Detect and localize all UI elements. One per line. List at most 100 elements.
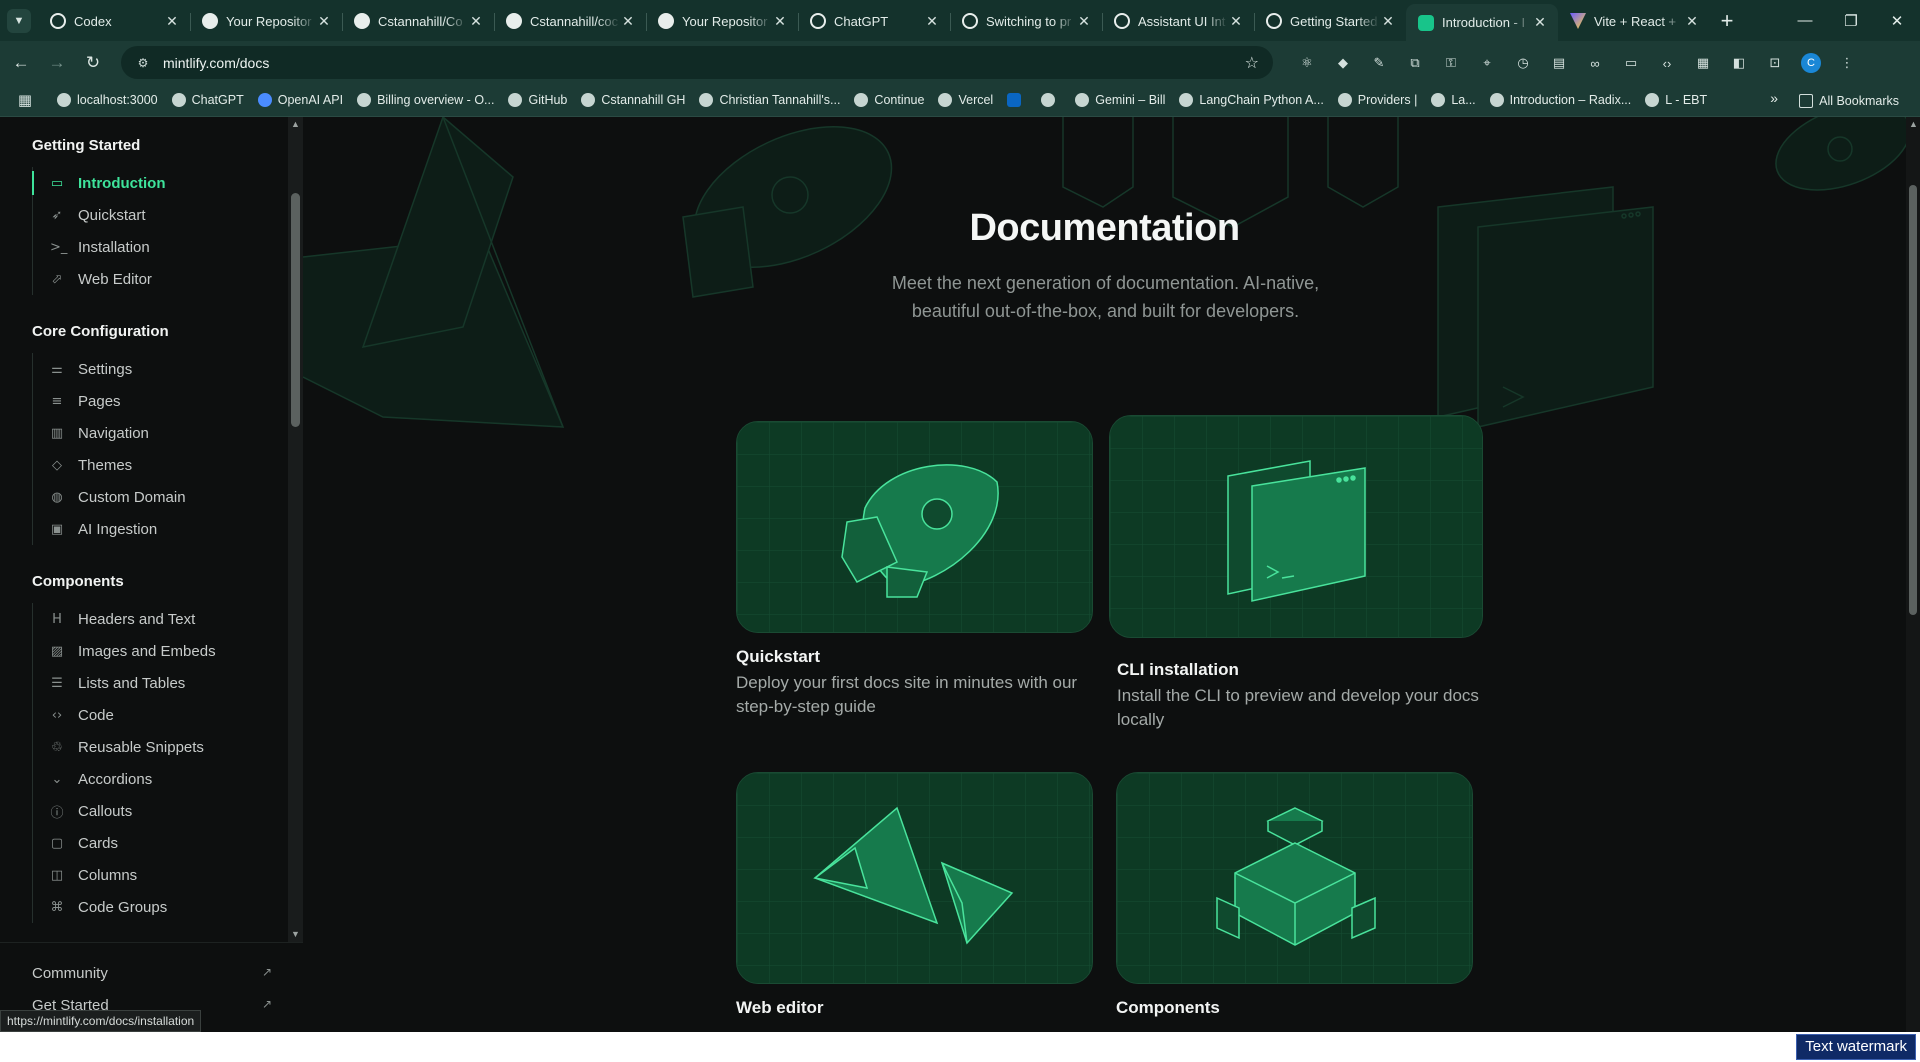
- bookmark-item[interactable]: Cstannahill GH: [574, 87, 692, 113]
- bookmark-item[interactable]: Christian Tannahill's...: [692, 87, 847, 113]
- close-window-button[interactable]: ✕: [1874, 0, 1920, 41]
- sidebar-item-reusable-snippets[interactable]: ♲ Reusable Snippets: [33, 731, 288, 763]
- sidebar-item-code-groups[interactable]: ⌘ Code Groups: [33, 891, 288, 923]
- restore-button[interactable]: ❐: [1828, 0, 1874, 41]
- close-tab-icon[interactable]: ✕: [1684, 13, 1700, 30]
- bookmark-item[interactable]: La...: [1424, 87, 1482, 113]
- sidebar-scroll-thumb[interactable]: [291, 193, 300, 427]
- sidebar-item-cards[interactable]: ▢ Cards: [33, 827, 288, 859]
- bookmark-item[interactable]: OpenAI API: [251, 87, 350, 113]
- bookmark-item[interactable]: [1000, 87, 1034, 113]
- close-tab-icon[interactable]: ✕: [164, 13, 180, 30]
- bookmark-item[interactable]: Vercel: [931, 87, 1000, 113]
- close-tab-icon[interactable]: ✕: [1228, 13, 1244, 30]
- bookmark-item[interactable]: ChatGPT: [165, 87, 251, 113]
- browser-tab[interactable]: Switching to pr ✕: [950, 4, 1102, 38]
- reload-button[interactable]: ↻: [78, 48, 108, 78]
- forward-button[interactable]: →: [42, 48, 72, 78]
- close-tab-icon[interactable]: ✕: [468, 13, 484, 30]
- bookmark-item[interactable]: Gemini – Bill: [1068, 87, 1172, 113]
- close-tab-icon[interactable]: ✕: [316, 13, 332, 30]
- sidebar-item-ai-ingestion[interactable]: ▣ AI Ingestion: [33, 513, 288, 545]
- close-tab-icon[interactable]: ✕: [1076, 13, 1092, 30]
- bookmark-item[interactable]: Introduction – Radix...: [1483, 87, 1639, 113]
- react-devtools-icon[interactable]: ⚛: [1289, 49, 1325, 77]
- tab-search-button[interactable]: ▼: [0, 0, 38, 41]
- bookmark-item[interactable]: Billing overview - O...: [350, 87, 501, 113]
- browser-tab[interactable]: Getting Started ✕: [1254, 4, 1406, 38]
- browser-tab[interactable]: ChatGPT ✕: [798, 4, 950, 38]
- sidebar-item-accordions[interactable]: ⌄ Accordions: [33, 763, 288, 795]
- card-title: Quickstart: [736, 647, 821, 666]
- address-bar[interactable]: ⚙ mintlify.com/docs ☆: [121, 46, 1273, 79]
- sidebar-item-headers-and-text[interactable]: H Headers and Text: [33, 603, 288, 635]
- puzzle-icon[interactable]: ⧉: [1397, 49, 1433, 77]
- url-text[interactable]: mintlify.com/docs: [163, 55, 269, 71]
- menu-icon[interactable]: ⋮: [1829, 49, 1865, 77]
- extension-icon[interactable]: ✎: [1361, 49, 1397, 77]
- sidebar-item-quickstart[interactable]: ➶ Quickstart: [33, 199, 288, 231]
- site-info-icon[interactable]: ⚙: [135, 55, 151, 71]
- password-key-icon[interactable]: ⚿: [1433, 49, 1469, 77]
- new-tab-button[interactable]: +: [1710, 4, 1744, 38]
- bookmark-item[interactable]: GitHub: [501, 87, 574, 113]
- bookmark-item[interactable]: LangChain Python A...: [1172, 87, 1330, 113]
- sidebar-item-navigation[interactable]: ▥ Navigation: [33, 417, 288, 449]
- page-scroll-thumb[interactable]: [1909, 185, 1917, 615]
- sidebar-item-images-and-embeds[interactable]: ▨ Images and Embeds: [33, 635, 288, 667]
- bookmarks-overflow-icon[interactable]: »: [1770, 90, 1778, 106]
- code-icon[interactable]: ‹›: [1649, 49, 1685, 77]
- devices-icon[interactable]: ▭: [1613, 49, 1649, 77]
- all-bookmarks-button[interactable]: All Bookmarks: [1792, 84, 1906, 117]
- scroll-up-arrow[interactable]: ▲: [291, 119, 300, 129]
- sidebar-item-themes[interactable]: ◇ Themes: [33, 449, 288, 481]
- sidebar-item-callouts[interactable]: ⓘ Callouts: [33, 795, 288, 827]
- sidebar-item-lists-and-tables[interactable]: ☰ Lists and Tables: [33, 667, 288, 699]
- close-tab-icon[interactable]: ✕: [924, 13, 940, 30]
- screenshot-icon[interactable]: ⊡: [1757, 49, 1793, 77]
- sidebar-item-web-editor[interactable]: ⬀ Web Editor: [33, 263, 288, 295]
- apps-grid-icon[interactable]: ▦: [0, 91, 50, 109]
- scroll-up-arrow[interactable]: ▲: [1909, 119, 1918, 129]
- close-tab-icon[interactable]: ✕: [1532, 14, 1548, 31]
- qr-code-icon[interactable]: ▦: [1685, 49, 1721, 77]
- bookmark-item[interactable]: localhost:3000: [50, 87, 165, 113]
- browser-tab[interactable]: Introduction - I ✕: [1406, 4, 1558, 41]
- extension-icon[interactable]: ◆: [1325, 49, 1361, 77]
- browser-tab[interactable]: Vite + React + ✕: [1558, 4, 1710, 38]
- sidebar-scrollbar[interactable]: ▲ ▼: [288, 117, 303, 942]
- sidebar-item-introduction[interactable]: ▭ Introduction: [32, 167, 288, 199]
- back-button[interactable]: ←: [6, 48, 36, 78]
- close-tab-icon[interactable]: ✕: [620, 13, 636, 30]
- minimize-button[interactable]: —: [1782, 0, 1828, 41]
- sidebar-item-code[interactable]: ‹› Code: [33, 699, 288, 731]
- close-tab-icon[interactable]: ✕: [772, 13, 788, 30]
- page-scrollbar[interactable]: ▲: [1906, 117, 1920, 1032]
- browser-tab[interactable]: Codex ✕: [38, 4, 190, 38]
- browser-tab[interactable]: Cstannahill/Co ✕: [342, 4, 494, 38]
- browser-tab[interactable]: Your Repositor ✕: [646, 4, 798, 38]
- bookmark-item[interactable]: Providers |: [1331, 87, 1425, 113]
- close-tab-icon[interactable]: ✕: [1380, 13, 1396, 30]
- sidebar-item-installation[interactable]: >_ Installation: [33, 231, 288, 263]
- bookmark-star-icon[interactable]: ☆: [1245, 53, 1259, 73]
- reading-list-icon[interactable]: ▤: [1541, 49, 1577, 77]
- browser-tab[interactable]: Your Repositor ✕: [190, 4, 342, 38]
- location-pin-icon[interactable]: ⌖: [1469, 49, 1505, 77]
- code-icon: ‹›: [51, 707, 63, 723]
- community-link[interactable]: Community ↗: [32, 965, 272, 982]
- browser-tab[interactable]: Cstannahill/coc ✕: [494, 4, 646, 38]
- sidebar-item-custom-domain[interactable]: ◍ Custom Domain: [33, 481, 288, 513]
- history-icon[interactable]: ◷: [1505, 49, 1541, 77]
- sidebar-item-pages[interactable]: ≡ Pages: [33, 385, 288, 417]
- sidebar-item-columns[interactable]: ◫ Columns: [33, 859, 288, 891]
- browser-tab[interactable]: Assistant UI Int ✕: [1102, 4, 1254, 38]
- link-icon[interactable]: ∞: [1577, 49, 1613, 77]
- bookmark-item[interactable]: [1034, 87, 1068, 113]
- bookmark-item[interactable]: Continue: [847, 87, 931, 113]
- side-panel-icon[interactable]: ◧: [1721, 49, 1757, 77]
- profile-avatar[interactable]: C: [1793, 49, 1829, 77]
- scroll-down-arrow[interactable]: ▼: [291, 929, 300, 939]
- sidebar-item-settings[interactable]: ⚌ Settings: [33, 353, 288, 385]
- bookmark-item[interactable]: L - EBT: [1638, 87, 1714, 113]
